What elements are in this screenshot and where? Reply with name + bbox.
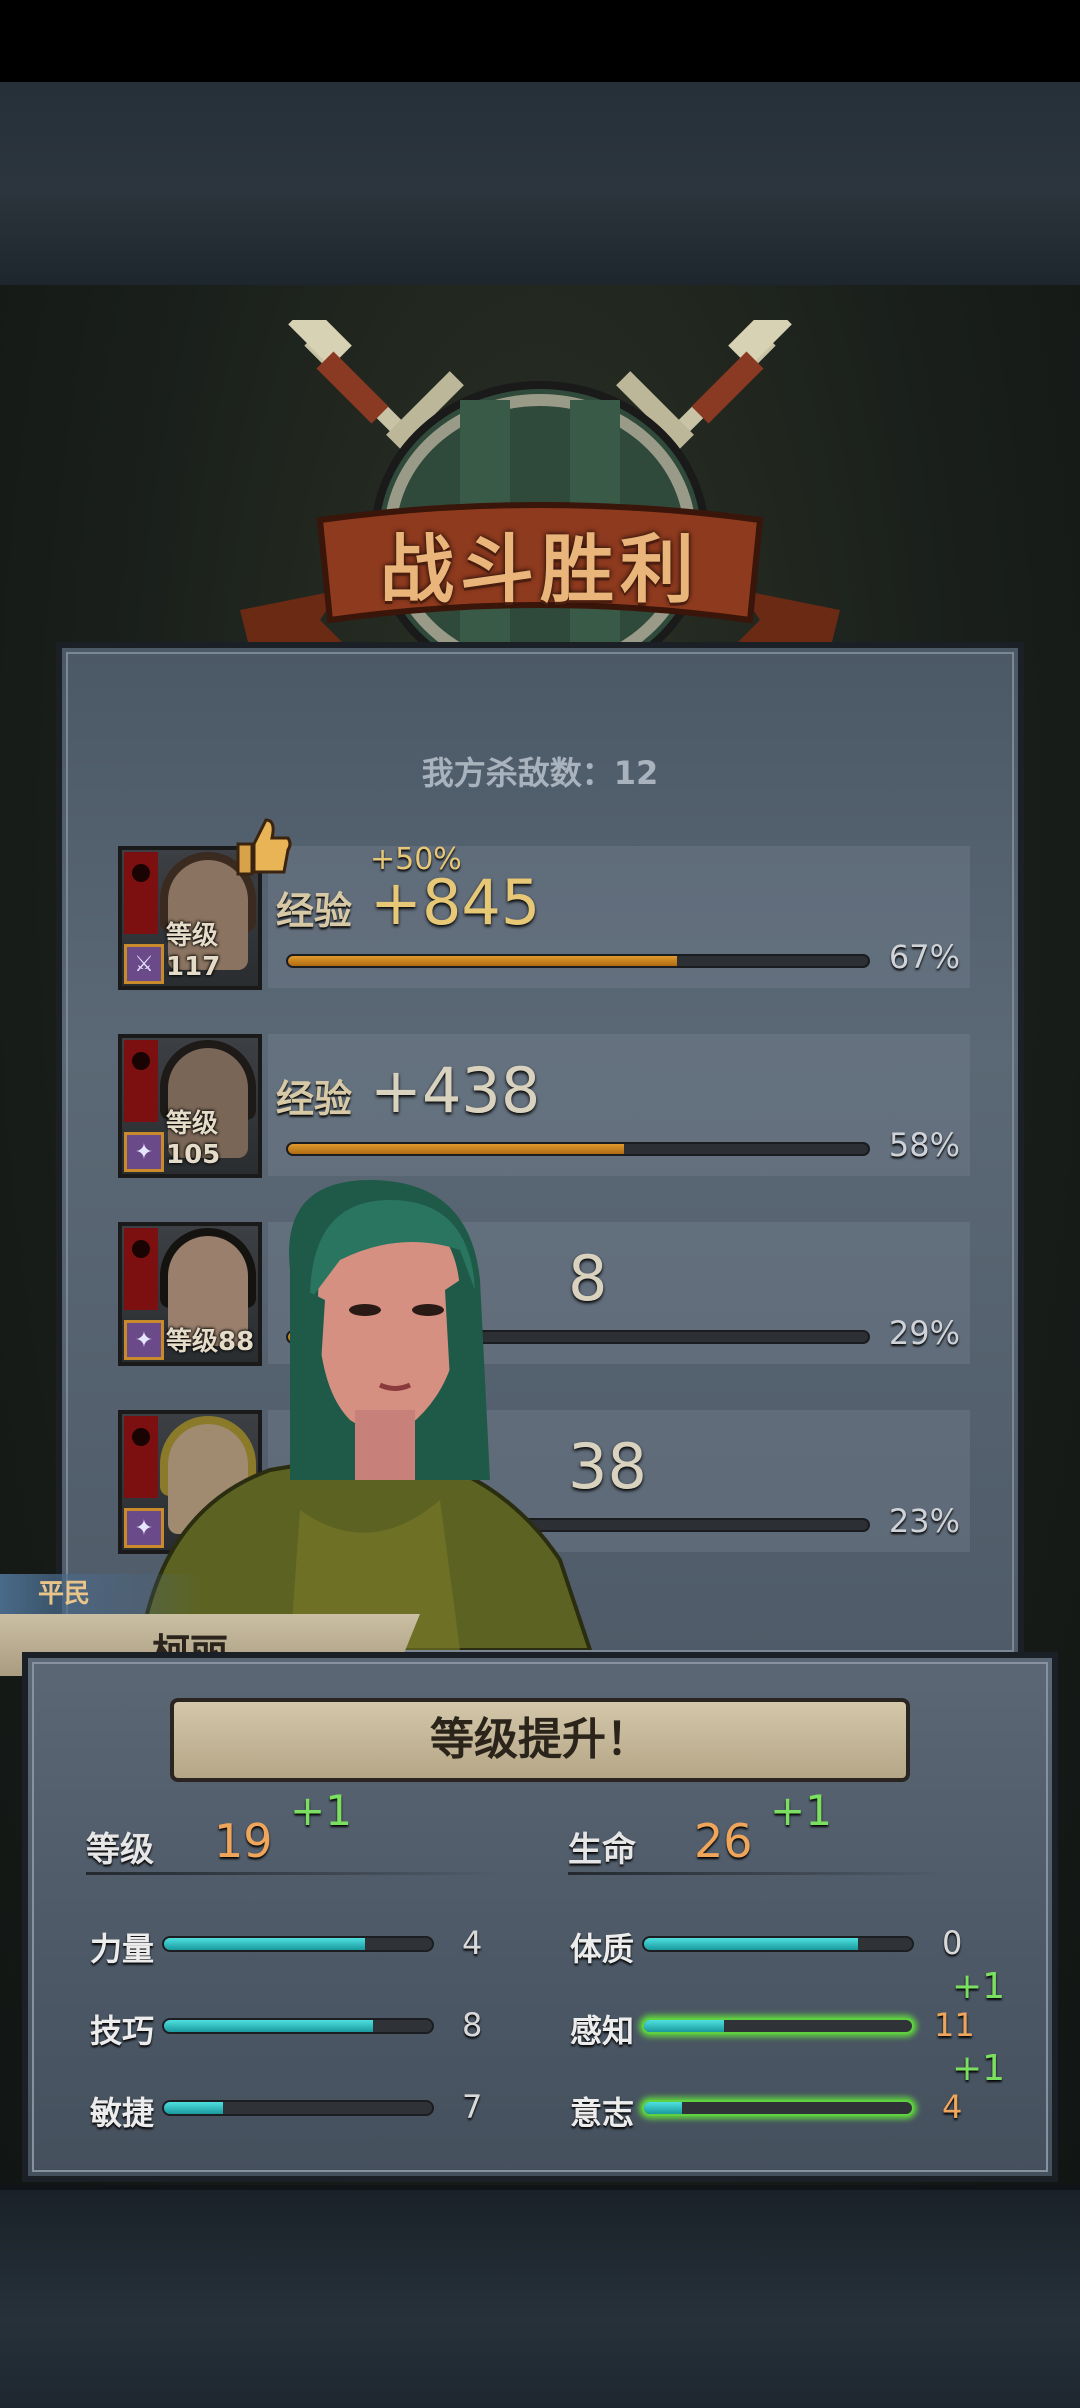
- attr-label: 意志: [570, 2094, 635, 2132]
- attr-value: 0: [942, 1924, 963, 1962]
- attr-gain: +1: [952, 1966, 1006, 2007]
- exp-progress-bar: [286, 1142, 870, 1156]
- hero-portrait[interactable]: ✦ 等级105: [118, 1034, 262, 1178]
- hero-level: 等级105: [166, 1109, 221, 1170]
- status-bar: [0, 0, 1080, 82]
- exp-percent: 29%: [888, 1314, 960, 1352]
- hp-label: 生命: [568, 1830, 636, 1870]
- attr-value: 8: [462, 2006, 483, 2044]
- attr-bar-fill: [644, 2020, 725, 2032]
- faction-flag-icon: [124, 1040, 158, 1122]
- hp-gain: +1: [770, 1786, 832, 1835]
- attr-label: 感知: [570, 2012, 635, 2050]
- divider: [568, 1872, 948, 1875]
- exp-progress-bar: [286, 954, 870, 968]
- hero-row[interactable]: ✦ 等级105 经验 +438 58%: [118, 1034, 970, 1182]
- attr-bar-fill: [164, 2102, 223, 2114]
- hp-value: 26: [694, 1814, 753, 1868]
- attr-label: 力量: [90, 1930, 155, 1968]
- attr-bar: [642, 2018, 914, 2034]
- attr-gain: +1: [952, 2048, 1006, 2089]
- exp-percent: 58%: [888, 1126, 960, 1164]
- attr-bar-fill: [164, 2020, 374, 2032]
- exp-value: +438: [370, 1054, 541, 1127]
- attr-bar: [642, 1936, 914, 1952]
- kill-count: 我方杀敌数：12: [421, 754, 659, 792]
- staff-icon: ✦: [124, 1132, 164, 1172]
- background-top: [0, 82, 1080, 292]
- exp-percent: 23%: [888, 1502, 960, 1540]
- attr-bar-fill: [164, 1938, 365, 1950]
- exp-progress-fill: [288, 1144, 625, 1154]
- attr-value: 4: [942, 2088, 963, 2126]
- level-gain: +1: [290, 1786, 352, 1835]
- level-label: 等级: [86, 1830, 154, 1870]
- divider: [86, 1872, 506, 1875]
- attr-label: 技巧: [90, 2012, 155, 2050]
- exp-value: +845: [370, 866, 541, 939]
- hero-level: 等级117: [166, 921, 221, 982]
- thumbs-up-icon: [236, 818, 292, 876]
- battle-result-title: 战斗胜利: [380, 527, 700, 613]
- attr-bar: [162, 2100, 434, 2116]
- attr-bar-fill: [644, 2102, 682, 2114]
- character-rank: 平民: [0, 1574, 200, 1614]
- exp-progress-fill: [288, 956, 677, 966]
- sword-icon: ⚔: [124, 944, 164, 984]
- hero-row[interactable]: ⚔ 等级117 +50% 经验 +845 67%: [118, 818, 970, 994]
- character-portrait: [140, 1180, 593, 1650]
- background-bottom: [0, 2190, 1080, 2408]
- attr-bar-fill: [644, 1938, 859, 1950]
- level-up-title: 等级提升！: [170, 1698, 910, 1782]
- attr-bar: [162, 2018, 434, 2034]
- attr-bar: [162, 1936, 434, 1952]
- level-value: 19: [214, 1814, 273, 1868]
- attr-label: 体质: [570, 1930, 635, 1968]
- attr-value: 4: [462, 1924, 483, 1962]
- exp-label: 经验: [276, 1077, 353, 1121]
- attr-value: 7: [462, 2088, 483, 2126]
- faction-flag-icon: [124, 852, 158, 934]
- attr-value: 11: [934, 2006, 975, 2044]
- exp-percent: 67%: [888, 938, 960, 976]
- exp-label: 经验: [276, 889, 353, 933]
- attr-label: 敏捷: [90, 2094, 155, 2132]
- attr-bar: [642, 2100, 914, 2116]
